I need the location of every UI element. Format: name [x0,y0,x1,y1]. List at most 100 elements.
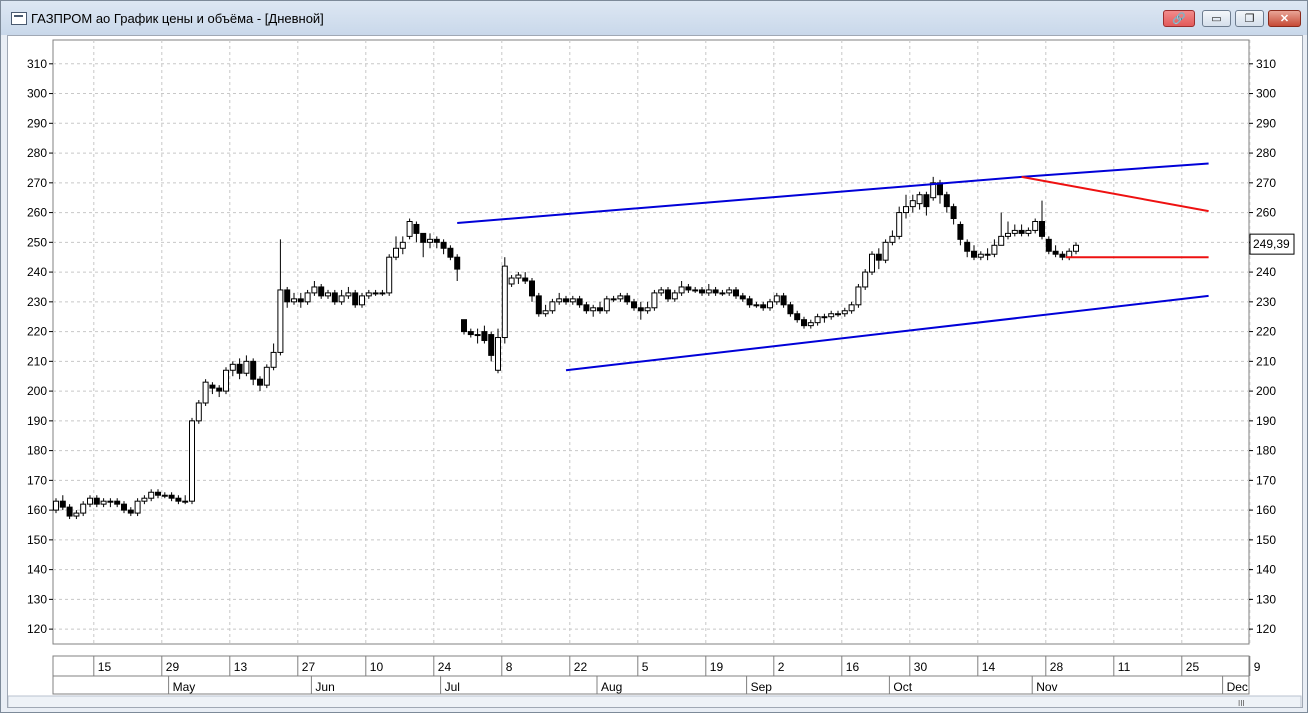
y-tick-label-right: 230 [1256,295,1276,309]
scrollbar-grip-icon[interactable]: III [1238,699,1245,708]
candle-body [909,200,916,208]
candle-body [603,298,610,312]
candle-body [474,334,481,337]
y-tick-label-right: 160 [1256,503,1276,517]
candle-body [998,235,1005,246]
candle-body [59,500,66,508]
x-day-label: 24 [438,660,452,674]
candle-body [529,280,535,297]
restore-button[interactable]: ❐ [1235,10,1264,27]
y-tick-label-right: 300 [1256,87,1276,101]
candle-body [726,289,733,294]
x-month-label: Dec [1227,680,1248,694]
candle-body [699,289,705,294]
x-day-label: 28 [1050,660,1064,674]
x-month-label: Aug [601,680,622,694]
candle-body [501,265,508,339]
y-tick-label-left: 160 [27,503,47,517]
candle-body [685,286,692,291]
candle [263,364,270,389]
candle [386,254,393,296]
candle-body [243,360,250,374]
close-button[interactable]: ✕ [1268,10,1301,27]
y-tick-label-left: 130 [27,592,47,606]
candle [202,379,209,406]
candle-body [814,316,821,324]
y-tick-label-left: 180 [27,444,47,458]
y-tick-label-left: 230 [27,295,47,309]
candle-body [746,298,753,306]
candle [869,251,875,276]
candle-body [964,241,971,252]
candle-body [66,506,73,517]
title-bar[interactable]: ГАЗПРОМ ао График цены и объёма - [Дневн… [1,1,1307,35]
candle-body [556,298,563,303]
y-tick-label-right: 170 [1256,473,1276,487]
horizontal-scrollbar[interactable]: III [7,695,1302,712]
candle-body [665,289,671,300]
candle-body [508,277,515,285]
candle-body [379,292,386,295]
candle-body [549,301,556,312]
y-tick-label-right: 260 [1256,206,1276,220]
y-tick-label-right: 180 [1256,444,1276,458]
candle-body [93,497,100,505]
scrollbar-track[interactable] [7,695,1302,712]
candle-body [862,271,869,288]
y-tick-label-left: 220 [27,325,47,339]
candle-body [386,256,393,294]
candle-body [773,295,780,303]
candle-body [767,301,773,309]
x-day-label: 9 [1254,660,1261,674]
y-tick-label-left: 250 [27,235,47,249]
x-month-label: Jun [315,680,334,694]
candle-body [297,298,304,303]
candle-body [855,286,862,306]
candle-body [903,206,909,214]
x-day-label: 27 [302,660,316,674]
candle-body [882,241,889,261]
link-icon[interactable]: 🔗 [1163,10,1195,27]
y-tick-label-left: 240 [27,265,47,279]
candle-body [943,194,950,208]
candle-body [590,307,597,312]
candle-body [481,331,488,342]
minimize-button[interactable]: ▭ [1202,10,1231,27]
last-price-label: 249,39 [1253,237,1290,251]
candle-body [991,244,998,255]
candle-body [651,292,658,309]
y-tick-label-left: 140 [27,563,47,577]
y-tick-label-left: 280 [27,146,47,160]
candle-body [794,313,801,321]
candle-body [515,274,522,279]
candle-body [447,247,454,258]
x-day-label: 22 [574,660,588,674]
candle-body [127,509,134,514]
candle [855,283,862,308]
candlestick-chart[interactable]: 1201301401501601701801902002102202302402… [7,36,1302,712]
candle-body [182,500,189,503]
candle-body [318,286,325,297]
candle-body [739,295,746,300]
y-tick-label-right: 290 [1256,116,1276,130]
candle [651,289,658,311]
candle-body [896,212,903,237]
candle-body [841,310,848,315]
candle-body [209,384,216,389]
candle-body [624,295,631,303]
candle-body [393,247,399,258]
candle [1045,236,1052,255]
x-axis-frame [52,655,1250,695]
candle-body [583,304,590,312]
candle-body [535,295,542,315]
candle-body [971,250,977,258]
candle-body [1011,229,1018,234]
candle-body [597,307,603,312]
candle-body [522,277,529,282]
y-tick-label-left: 310 [27,57,47,71]
candle-body [461,319,467,333]
candle [603,295,610,314]
chart-area[interactable]: 120 130 140 150 160 170 180 190 200 210 220 230 240 2… [7,35,1303,712]
candle-body [229,363,236,371]
candle-body [875,253,882,261]
